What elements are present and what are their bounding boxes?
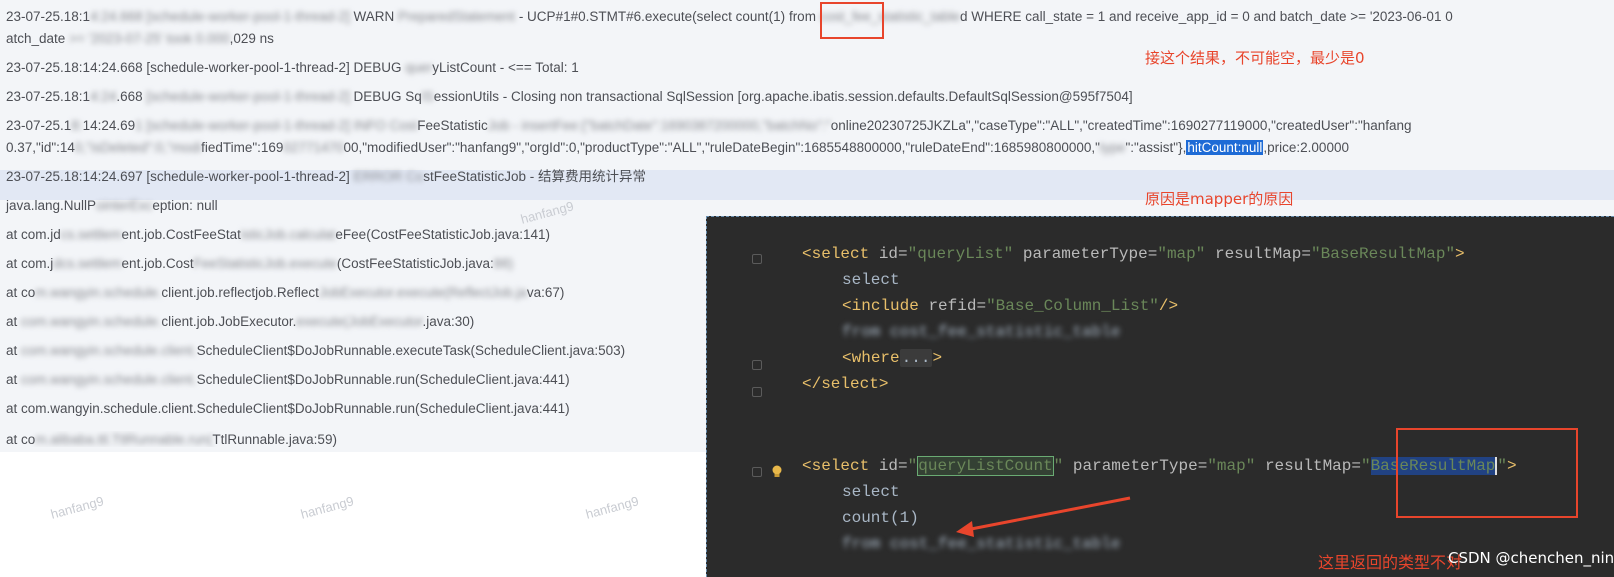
annotation-arrow [956,496,1131,537]
annotation-type-note: 这里返回的类型不对 [1318,553,1463,572]
credit-label: CSDN @chenchen_nini [1448,549,1614,567]
